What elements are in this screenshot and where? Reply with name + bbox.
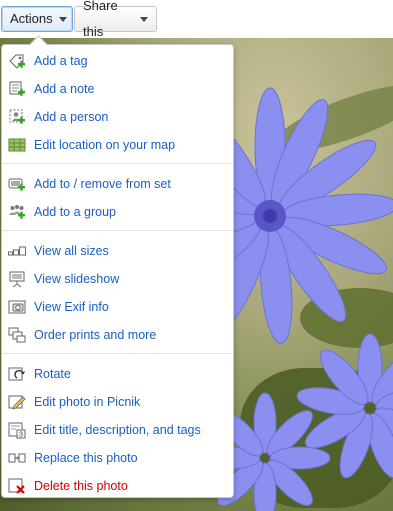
menu-divider [2, 163, 233, 164]
add-tag-icon [8, 52, 26, 70]
group-icon [8, 203, 26, 221]
chevron-down-icon [58, 16, 67, 22]
edit-details-icon: 3 [8, 421, 26, 439]
replace-icon [8, 449, 26, 467]
menu-item-label: View slideshow [34, 272, 120, 286]
menu-item-label: Replace this photo [34, 451, 138, 465]
menu-item-label: Delete this photo [34, 479, 128, 493]
menu-item-label: Add to a group [34, 205, 117, 219]
menu-item-edit-details[interactable]: 3 Edit title, description, and tags [8, 419, 228, 441]
share-button[interactable]: Share this [74, 0, 157, 39]
actions-menu: Add a tag Add a note Add a person Edit l… [1, 44, 234, 498]
svg-text:3: 3 [19, 432, 23, 439]
menu-divider [2, 353, 233, 354]
menu-item-order-prints[interactable]: Order prints and more [8, 324, 228, 346]
actions-button-label: Actions [10, 11, 53, 26]
menu-item-label: Add a note [34, 82, 95, 96]
actions-button[interactable]: Actions [1, 6, 73, 32]
menu-item-view-exif[interactable]: View Exif info [8, 296, 228, 318]
menu-item-label: Add a tag [34, 54, 88, 68]
map-location-icon [8, 136, 26, 154]
camera-icon [8, 298, 26, 316]
menu-item-label: Add a person [34, 110, 109, 124]
menu-item-add-to-set[interactable]: Add to / remove from set [8, 173, 228, 195]
menu-item-add-to-group[interactable]: Add to a group [8, 201, 228, 223]
menu-item-replace-photo[interactable]: Replace this photo [8, 447, 228, 469]
chevron-down-icon [140, 16, 148, 22]
menu-item-add-tag[interactable]: Add a tag [8, 50, 228, 72]
prints-icon [8, 326, 26, 344]
menu-item-label: View Exif info [34, 300, 109, 314]
menu-item-delete-photo[interactable]: Delete this photo [8, 475, 228, 497]
add-note-icon [8, 80, 26, 98]
menu-item-label: Order prints and more [34, 328, 157, 342]
menu-item-edit-location[interactable]: Edit location on your map [8, 134, 228, 156]
menu-item-edit-picnik[interactable]: Edit photo in Picnik [8, 391, 228, 413]
all-sizes-icon [8, 242, 26, 260]
delete-icon [8, 477, 26, 495]
menu-item-view-all-sizes[interactable]: View all sizes [8, 240, 228, 262]
set-icon [8, 175, 26, 193]
edit-photo-icon [8, 393, 26, 411]
menu-item-label: Edit photo in Picnik [34, 395, 141, 409]
menu-item-label: Edit location on your map [34, 138, 176, 152]
slideshow-icon [8, 270, 26, 288]
menu-item-label: Edit title, description, and tags [34, 423, 201, 437]
menu-item-add-person[interactable]: Add a person [8, 106, 228, 128]
menu-item-view-slideshow[interactable]: View slideshow [8, 268, 228, 290]
add-person-icon [8, 108, 26, 126]
menu-item-add-note[interactable]: Add a note [8, 78, 228, 100]
share-button-label: Share this [83, 0, 118, 39]
menu-divider [2, 230, 233, 231]
menu-item-label: Add to / remove from set [34, 177, 171, 191]
photo-toolbar: Actions Share this [0, 0, 393, 39]
menu-item-label: Rotate [34, 367, 71, 381]
menu-item-label: View all sizes [34, 244, 109, 258]
menu-item-rotate[interactable]: Rotate [8, 363, 228, 385]
rotate-icon [8, 365, 26, 383]
